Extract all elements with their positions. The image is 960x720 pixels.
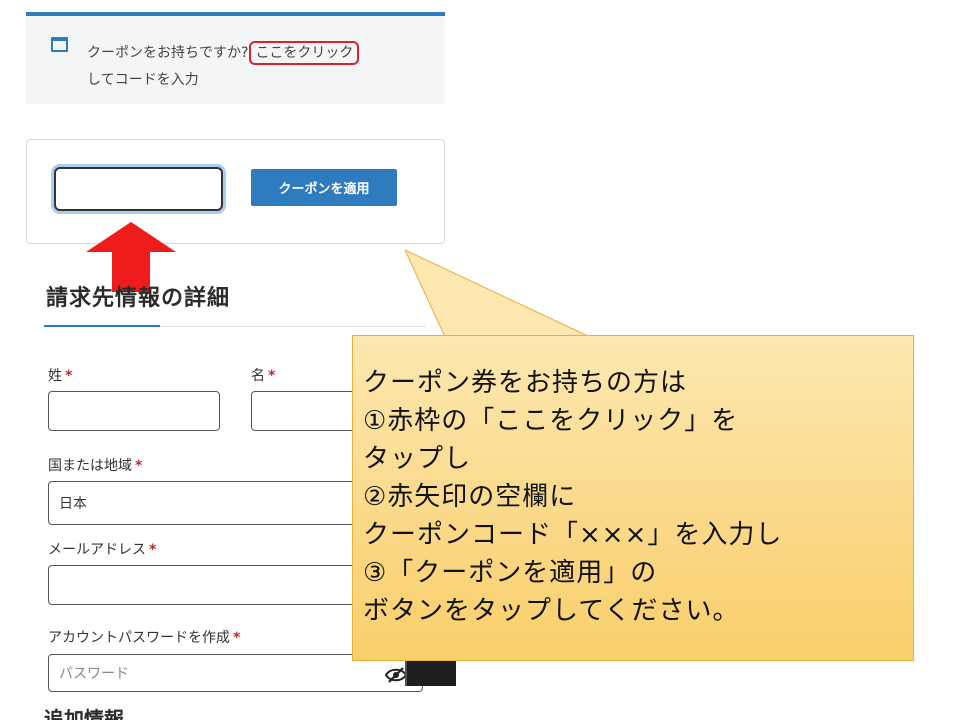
callout-line-5: クーポンコード「×××」を入力し: [363, 520, 783, 550]
coupon-notice-instruction: してコードを入力: [87, 72, 199, 88]
first-name-label-text: 名: [251, 368, 265, 384]
eye-slash-icon[interactable]: [385, 667, 407, 683]
last-name-label: 姓 *: [48, 365, 72, 385]
required-mark: *: [135, 458, 143, 474]
first-name-label: 名 *: [251, 365, 275, 385]
required-mark: *: [149, 542, 157, 558]
callout-line-2: ①赤枠の「ここをクリック」を: [363, 406, 739, 436]
coupon-click-here-link[interactable]: ここをクリック: [249, 41, 360, 65]
window-icon: [51, 37, 68, 52]
callout-line-1: クーポン券をお持ちの方は: [363, 368, 688, 398]
section-divider-accent: [44, 325, 160, 327]
required-mark: *: [233, 630, 241, 646]
dark-tab: [405, 657, 456, 686]
coupon-code-input[interactable]: [54, 167, 223, 211]
callout-line-6: ③「クーポンを適用」の: [363, 558, 658, 588]
additional-info-title: 追加情報: [44, 707, 124, 720]
coupon-notice-text: クーポンをお持ちですか? ここをクリック してコードを入力: [87, 40, 427, 94]
password-placeholder: パスワード: [59, 666, 129, 682]
password-label-text: アカウントパスワードを作成: [48, 630, 230, 646]
country-label: 国または地域 *: [48, 455, 142, 475]
password-label: アカウントパスワードを作成 *: [48, 627, 240, 647]
callout-text: クーポン券をお持ちの方は ①赤枠の「ここをクリック」を タップし ②赤矢印の空欄…: [363, 364, 782, 630]
required-mark: *: [65, 368, 73, 384]
billing-details-title: 請求先情報の詳細: [46, 286, 231, 311]
required-mark: *: [268, 368, 276, 384]
country-label-text: 国または地域: [48, 458, 132, 474]
last-name-input[interactable]: [48, 391, 220, 431]
coupon-notice-question: クーポンをお持ちですか?: [87, 45, 249, 61]
callout-line-3: タップし: [363, 444, 472, 474]
coupon-notice: クーポンをお持ちですか? ここをクリック してコードを入力: [26, 12, 445, 104]
instruction-callout: クーポン券をお持ちの方は ①赤枠の「ここをクリック」を タップし ②赤矢印の空欄…: [352, 335, 914, 661]
country-selected-value: 日本: [59, 496, 87, 512]
email-label-text: メールアドレス: [48, 542, 146, 558]
callout-line-4: ②赤矢印の空欄に: [363, 482, 577, 512]
dark-tab-edge: [405, 657, 407, 686]
apply-coupon-button[interactable]: クーポンを適用: [251, 169, 397, 206]
callout-line-7: ボタンをタップしてください。: [363, 596, 740, 626]
email-label: メールアドレス *: [48, 539, 156, 559]
last-name-label-text: 姓: [48, 368, 62, 384]
